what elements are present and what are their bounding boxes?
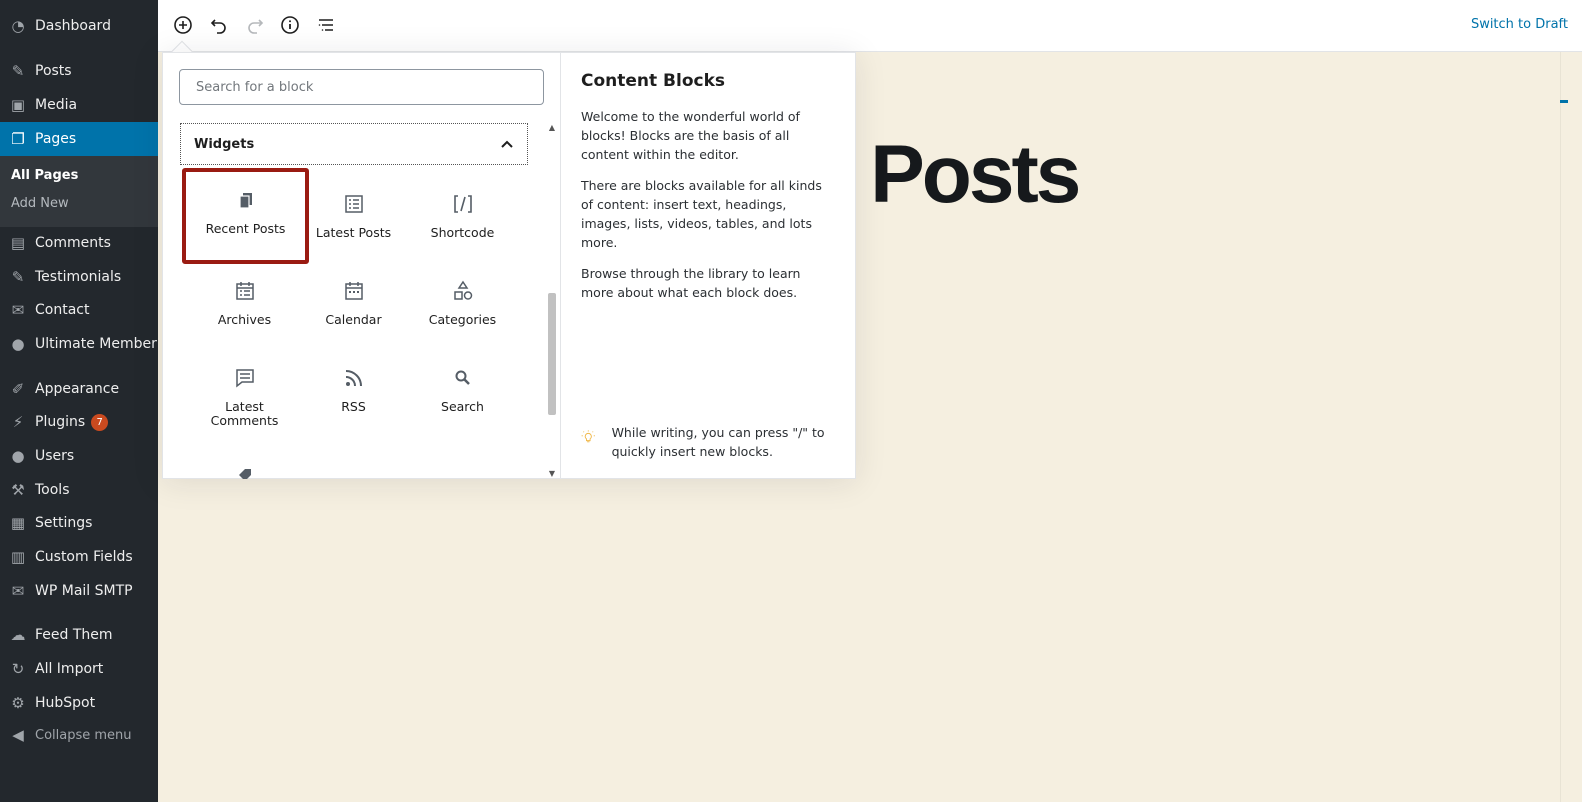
block-navigation-button[interactable] bbox=[313, 12, 339, 38]
feed-icon: ☁ bbox=[10, 626, 26, 644]
comment-icon bbox=[233, 366, 257, 390]
collapse-icon: ◀ bbox=[12, 726, 24, 744]
tag-icon bbox=[235, 465, 255, 479]
settings-icon: ▦ bbox=[10, 514, 26, 532]
panel-title: Widgets bbox=[194, 136, 255, 152]
list-icon bbox=[342, 192, 366, 216]
content-info-button[interactable] bbox=[277, 12, 303, 38]
block-calendar[interactable]: Calendar bbox=[299, 259, 408, 345]
mail-icon: ✉ bbox=[11, 301, 25, 319]
scroll-up-arrow-icon[interactable]: ▲ bbox=[547, 123, 557, 133]
chevron-up-icon bbox=[501, 140, 513, 148]
sidebar-item-hubspot[interactable]: ⚙ HubSpot bbox=[0, 686, 158, 720]
inserter-tip: While writing, you can press "/" to quic… bbox=[581, 423, 841, 461]
sidebar-item-comments[interactable]: ▤ Comments bbox=[0, 226, 158, 260]
block-search[interactable]: Search bbox=[408, 346, 517, 432]
sidebar-item-appearance[interactable]: ✐ Appearance bbox=[0, 372, 158, 406]
copy-icon bbox=[234, 188, 258, 212]
block-search-input[interactable] bbox=[179, 69, 544, 105]
mail-icon: ✉ bbox=[11, 582, 25, 600]
submenu-all-pages[interactable]: All Pages bbox=[11, 168, 78, 183]
pin-icon: ✎ bbox=[11, 268, 25, 286]
sidebar-item-dashboard[interactable]: ◔ Dashboard bbox=[0, 9, 158, 43]
tip-text: While writing, you can press "/" to quic… bbox=[611, 425, 825, 459]
shapes-icon bbox=[451, 279, 475, 303]
redo-button[interactable] bbox=[242, 12, 268, 38]
sidebar-item-wp-mail-smtp[interactable]: ✉ WP Mail SMTP bbox=[0, 574, 158, 608]
right-edge-rail bbox=[1560, 52, 1568, 802]
plug-icon: ⚡ bbox=[12, 413, 24, 431]
sidebar-item-contact[interactable]: ✉ Contact bbox=[0, 293, 158, 327]
shortcode-icon bbox=[451, 192, 475, 216]
help-title: Content Blocks bbox=[581, 71, 726, 91]
scrollbar-thumb[interactable] bbox=[548, 293, 556, 415]
editor-toolbar: Switch to Draft bbox=[158, 0, 1582, 52]
plugins-update-badge: 7 bbox=[91, 413, 109, 431]
info-icon bbox=[281, 16, 299, 34]
scroll-down-arrow-icon[interactable]: ▼ bbox=[547, 469, 557, 479]
sidebar-item-testimonials[interactable]: ✎ Testimonials bbox=[0, 260, 158, 294]
right-edge-accent bbox=[1560, 100, 1568, 103]
table-icon: ▥ bbox=[10, 548, 26, 566]
admin-sidebar: ◔ Dashboard ✎ Posts ▣ Media ❐ Pages All Page… bbox=[0, 0, 158, 802]
rss-icon bbox=[342, 366, 366, 390]
switch-to-draft-link[interactable]: Switch to Draft bbox=[1471, 17, 1568, 32]
dashboard-icon: ◔ bbox=[11, 17, 25, 35]
undo-button[interactable] bbox=[206, 12, 232, 38]
sidebar-item-settings[interactable]: ▦ Settings bbox=[0, 506, 158, 540]
sidebar-item-media[interactable]: ▣ Media bbox=[0, 88, 158, 122]
user-icon: ● bbox=[11, 447, 25, 465]
help-paragraph-2: There are blocks available for all kinds… bbox=[581, 178, 822, 250]
widgets-panel-toggle[interactable]: Widgets bbox=[180, 123, 528, 165]
block-shortcode[interactable]: Shortcode bbox=[408, 172, 517, 258]
block-rss[interactable]: RSS bbox=[299, 346, 408, 432]
gear-icon: ⚙ bbox=[11, 694, 25, 712]
block-latest-posts[interactable]: Latest Posts bbox=[299, 172, 408, 258]
post-title[interactable]: t Posts bbox=[826, 128, 1081, 222]
block-categories[interactable]: Categories bbox=[408, 259, 517, 345]
block-archives[interactable]: Archives bbox=[190, 259, 299, 345]
import-icon: ↻ bbox=[11, 660, 25, 678]
sidebar-item-plugins[interactable]: ⚡ Plugins 7 bbox=[0, 405, 158, 439]
submenu-add-new[interactable]: Add New bbox=[11, 196, 69, 211]
block-list-scrollbar[interactable]: ▲ ▼ bbox=[547, 123, 557, 479]
sidebar-item-tools[interactable]: ⚒ Tools bbox=[0, 473, 158, 507]
help-paragraph-3: Browse through the library to learn more… bbox=[581, 266, 801, 300]
pages-submenu: All Pages Add New bbox=[0, 156, 158, 227]
wrench-icon: ⚒ bbox=[11, 481, 25, 499]
list-view-icon bbox=[318, 19, 333, 31]
lightbulb-icon bbox=[581, 430, 595, 443]
inserter-help-panel: Content Blocks Welcome to the wonderful … bbox=[560, 53, 856, 478]
sidebar-item-custom-fields[interactable]: ▥ Custom Fields bbox=[0, 540, 158, 574]
redo-icon bbox=[248, 19, 264, 34]
sidebar-item-feed-them[interactable]: ☁ Feed Them bbox=[0, 618, 158, 652]
brush-icon: ✐ bbox=[11, 380, 25, 398]
block-recent-posts[interactable]: Recent Posts bbox=[182, 168, 309, 264]
sidebar-item-ultimate-member[interactable]: ● Ultimate Member bbox=[0, 327, 158, 361]
sidebar-item-posts[interactable]: ✎ Posts bbox=[0, 54, 158, 88]
sidebar-item-users[interactable]: ● Users bbox=[0, 439, 158, 473]
collapse-menu-button[interactable]: ◀ Collapse menu bbox=[0, 718, 158, 752]
media-icon: ▣ bbox=[10, 96, 26, 114]
plus-circle-icon bbox=[174, 16, 192, 34]
help-paragraph-1: Welcome to the wonderful world of blocks… bbox=[581, 109, 800, 162]
block-latest-comments[interactable]: Latest Comments bbox=[190, 346, 299, 446]
undo-icon bbox=[210, 19, 226, 34]
archive-calendar-icon bbox=[233, 279, 257, 303]
pin-icon: ✎ bbox=[11, 62, 25, 80]
sidebar-item-pages[interactable]: ❐ Pages bbox=[0, 122, 158, 156]
user-icon: ● bbox=[11, 335, 25, 353]
block-inserter-popover: Widgets Recent Posts Latest Posts Shortc… bbox=[162, 52, 856, 479]
sidebar-item-all-import[interactable]: ↻ All Import bbox=[0, 652, 158, 686]
add-block-button[interactable] bbox=[170, 12, 196, 38]
search-icon bbox=[451, 366, 475, 390]
pages-icon: ❐ bbox=[11, 130, 25, 148]
comment-icon: ▤ bbox=[10, 234, 26, 252]
calendar-icon bbox=[342, 279, 366, 303]
